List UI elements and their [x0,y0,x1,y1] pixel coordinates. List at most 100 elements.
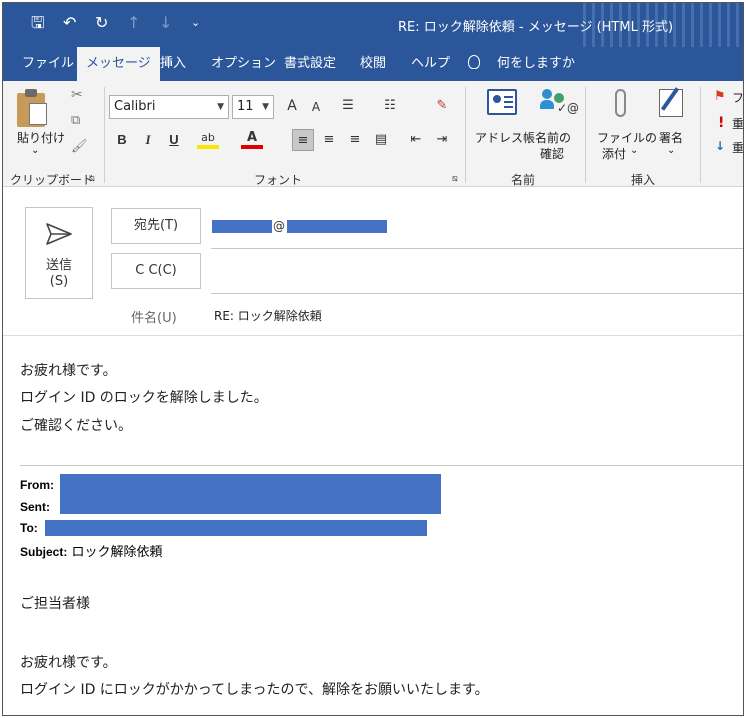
address-book-button[interactable]: アドレス帳 [475,129,535,146]
cc-field[interactable] [211,253,743,294]
quoted-subject-label: Subject: [20,545,68,559]
quoted-subject: Subject: ロック解除依頼 [20,541,162,560]
check-names-button-line2[interactable]: 確認 [540,145,564,162]
quoted-to-label: To: [20,521,38,535]
justify-button[interactable]: ▤ [370,129,392,151]
clipboard-group-label: クリップボード [10,173,95,187]
to-button[interactable]: 宛先(T) [111,208,201,244]
chevron-down-icon: ▼ [217,102,224,112]
send-shortcut: (S) [49,274,69,289]
tab-options[interactable]: オプション [211,47,276,81]
clipboard-launcher-icon[interactable]: ⧅ [89,174,95,184]
cut-icon[interactable]: ✂ [71,87,83,103]
tab-review[interactable]: 校閲 [360,47,386,81]
copy-icon[interactable]: ⧉ [71,113,80,128]
increase-indent-icon[interactable]: ⇥ [431,129,453,151]
attach-file-button-line2[interactable]: 添付 [602,145,626,162]
insert-group-label: 挿入 [631,173,656,187]
paste-dropdown-icon[interactable]: ⌄ [31,145,39,156]
clear-formatting-icon[interactable]: ✎ [431,95,453,117]
down-arrow-icon[interactable]: ↓ [159,13,172,33]
paste-icon[interactable] [17,89,49,127]
ribbon: 貼り付け ⌄ ✂ ⧉ 🖌 クリップボード ⧅ Calibri ▼ 11 ▼ A A … [3,81,743,187]
quoted-from-label: From: [20,478,54,492]
address-book-icon[interactable] [487,89,517,115]
follow-up-text[interactable]: フ [732,89,743,106]
attach-file-button[interactable]: ファイルの [597,129,657,146]
high-importance-text[interactable]: 重 [732,115,743,132]
redo-icon[interactable]: ↻ [95,13,108,33]
body-line[interactable]: お疲れ様です。 [20,360,117,380]
follow-up-flag-icon[interactable]: ⚑ [714,89,726,104]
save-icon[interactable]: 🖫 [31,13,45,33]
check-names-icon[interactable]: ✓@ [540,87,579,117]
header-separator [3,335,743,336]
font-launcher-icon[interactable]: ⧅ [452,174,458,184]
cc-button[interactable]: C C(C) [111,253,201,289]
body-line[interactable]: ログイン ID のロックを解除しました。 [20,387,268,407]
divider [465,87,466,183]
tab-message[interactable]: メッセージ [77,47,160,81]
quoted-subject-value: ロック解除依頼 [67,545,163,560]
font-group-label: フォント [254,173,303,187]
align-right-button[interactable]: ≡ [344,129,366,151]
tell-me-search[interactable]: 何をしますか [497,47,575,81]
signature-dropdown-icon[interactable]: ⌄ [667,145,675,156]
decrease-indent-icon[interactable]: ⇤ [405,129,427,151]
lightbulb-icon [468,55,480,69]
align-left-button[interactable]: ≡ [292,129,314,151]
redacted-sent [60,496,441,514]
align-center-button[interactable]: ≡ [318,129,340,151]
attach-dropdown-icon[interactable]: ⌄ [630,145,638,156]
send-button[interactable]: 送信 (S) [25,207,93,299]
redacted-from [60,474,441,496]
font-name-value: Calibri [114,99,156,114]
check-names-button[interactable]: 名前の [535,129,571,146]
format-painter-icon[interactable]: 🖌 [71,139,88,154]
send-icon [46,223,72,245]
chevron-down-icon: ▼ [262,102,269,112]
low-importance-text[interactable]: 重 [732,139,743,156]
undo-icon[interactable]: ↶ [63,13,76,33]
paste-button[interactable]: 貼り付け [17,129,65,146]
divider [104,87,105,183]
quote-separator [20,465,743,466]
redacted-recipient-domain [287,220,387,233]
tab-help[interactable]: ヘルプ [411,47,450,81]
redacted-recipient-local [212,220,272,233]
ribbon-tabs: ファイル メッセージ 挿入 オプション 書式設定 校閲 ヘルプ 何をしますか [3,47,743,81]
customize-icon[interactable]: ⌄ [191,13,200,33]
tab-insert[interactable]: 挿入 [160,47,186,81]
bold-button[interactable]: B [111,129,133,151]
tab-format[interactable]: 書式設定 [284,47,336,81]
high-importance-icon[interactable]: ! [718,115,724,131]
quoted-greeting: ご担当者様 [20,596,90,612]
redacted-to [45,520,427,536]
underline-button[interactable]: U [163,129,185,151]
tab-file[interactable]: ファイル [22,47,74,81]
quoted-sent-label: Sent: [20,500,50,514]
paperclip-icon[interactable] [615,89,626,117]
quoted-body-line: ログイン ID にロックがかかってしまったので、解除をお願いいたします。 [20,682,489,698]
font-name-combo[interactable]: Calibri ▼ [109,95,229,119]
subject-field[interactable]: RE: ロック解除依頼 [214,307,322,324]
grow-font-icon[interactable]: A [281,95,303,117]
bullets-icon[interactable]: ☰ [337,95,359,117]
names-group-label: 名前 [511,173,536,187]
font-size-value: 11 [237,99,254,114]
low-importance-icon[interactable]: ↓ [715,139,725,153]
font-color-icon[interactable]: A [241,127,263,149]
up-arrow-icon[interactable]: ↑ [127,13,140,33]
numbering-icon[interactable]: ☷ [379,95,401,117]
shrink-font-icon[interactable]: A [305,96,327,118]
highlight-icon[interactable]: ab [197,127,219,149]
font-size-combo[interactable]: 11 ▼ [232,95,274,119]
divider [585,87,586,183]
send-label: 送信 [45,258,72,273]
signature-button[interactable]: 署名 [659,129,683,146]
divider [700,87,701,183]
italic-button[interactable]: I [137,129,159,151]
body-line[interactable]: ご確認ください。 [20,415,132,435]
outlook-compose-window: 🖫 ↶ ↻ ↑ ↓ ⌄ RE: ロック解除依頼 - メッセージ (HTML 形式… [2,2,744,716]
signature-icon[interactable] [659,87,683,117]
